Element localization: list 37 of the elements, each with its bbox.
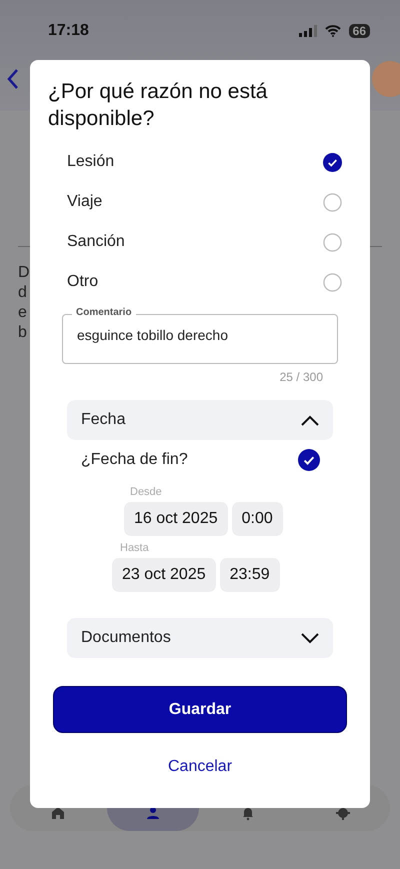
option-label: Otro — [67, 272, 98, 292]
wifi-icon — [324, 25, 341, 37]
checked-icon[interactable] — [298, 449, 320, 471]
radio-icon[interactable] — [323, 192, 342, 212]
dialog-title: ¿Por qué razón no está disponible? — [48, 79, 268, 132]
cancel-link[interactable]: Cancelar — [168, 755, 232, 779]
radio-icon[interactable] — [323, 272, 342, 292]
back-icon[interactable] — [6, 68, 20, 90]
section-title: Fecha — [81, 410, 126, 430]
background-text: d — [18, 283, 27, 303]
people-icon — [144, 805, 160, 821]
option-label: Lesión — [67, 152, 114, 172]
signal-icon — [298, 25, 317, 37]
home-icon — [50, 805, 66, 821]
background-text: e — [18, 303, 27, 323]
save-button[interactable]: Guardar — [53, 686, 347, 733]
status-time: 17:18 — [48, 21, 89, 41]
checked-icon[interactable] — [323, 152, 342, 172]
radio-icon[interactable] — [323, 232, 342, 252]
background-text: D — [18, 263, 30, 283]
club-logo — [372, 61, 400, 97]
option-label: Sanción — [67, 232, 125, 252]
accordion-header[interactable]: Fecha — [67, 400, 333, 440]
time-picker[interactable]: 23:59 — [220, 558, 280, 592]
option-label: Viaje — [67, 192, 102, 212]
battery-level: 66 — [348, 24, 370, 38]
date-picker[interactable]: 16 oct 2025 — [124, 502, 228, 536]
background-text: b — [18, 323, 27, 343]
date-picker[interactable]: 23 oct 2025 — [112, 558, 216, 592]
time-picker[interactable]: 0:00 — [232, 502, 283, 536]
date-label: Desde — [130, 486, 163, 498]
accordion-header[interactable]: Documentos — [67, 618, 333, 658]
character-counter: 25 / 300 — [280, 369, 323, 386]
section-title: Documentos — [81, 628, 171, 648]
field-value: esguince tobillo derecho — [77, 327, 228, 343]
date-label: Hasta — [120, 542, 150, 554]
option-label: ¿Fecha de fin? — [81, 450, 188, 470]
